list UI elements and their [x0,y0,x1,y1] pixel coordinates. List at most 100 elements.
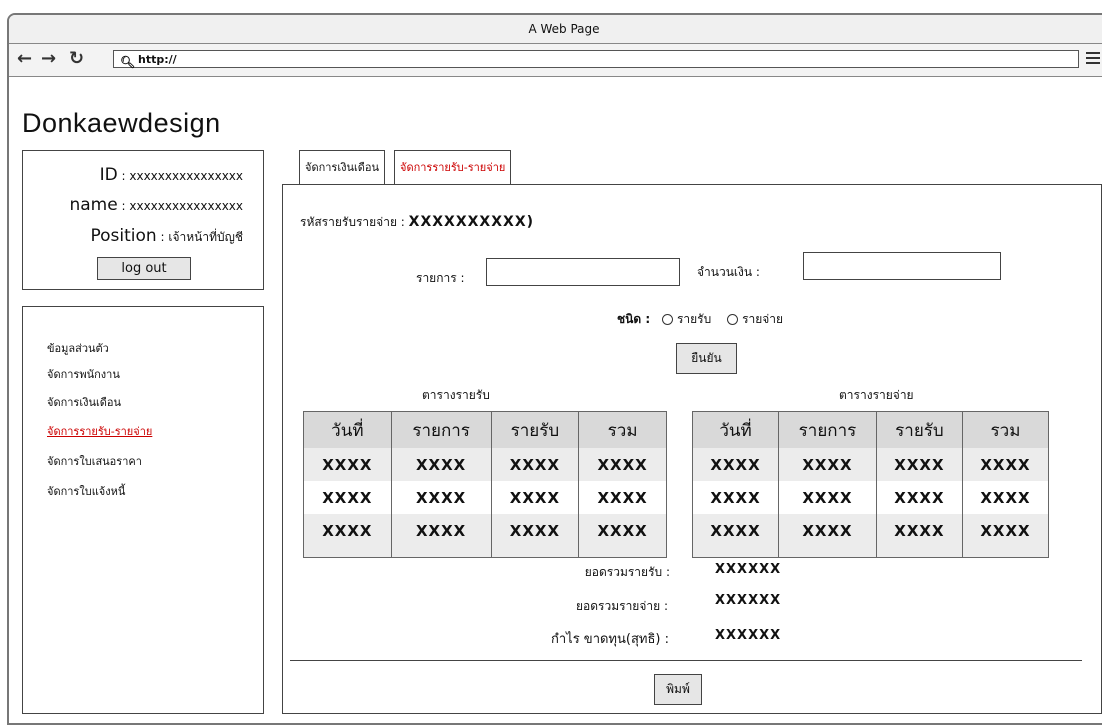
table-cell: XXXX [391,514,492,547]
table-cell: XXXX [778,448,877,481]
divider [290,660,1082,661]
position-row: Position : เจ้าหน้าที่บัญชี [90,226,243,246]
table-header-row: วันที่ รายการ รายรับ รวม [303,411,667,448]
item-input[interactable] [486,258,680,286]
back-arrow-icon[interactable]: ← [17,49,32,69]
site-logo-text: Donkaewdesign [22,108,221,138]
table-cell: XXXX [597,488,648,507]
table-cell: XXXX [692,481,780,514]
sidebar-nav: ข้อมูลส่วนตัว จัดการพนักงาน จัดการเงินเด… [22,306,264,714]
table-cell: XXXX [962,514,1049,547]
table-cell: XXXX [391,481,492,514]
id-row: ID : xxxxxxxxxxxxxxxx [99,165,243,185]
sidebar-item-employees[interactable]: จัดการพนักงาน [47,365,120,383]
column-header: รายรับ [876,411,963,448]
table-cell: XXXX [876,481,963,514]
profit-label: กำไร ขาดทุน(สุทธิ) : [550,632,669,647]
expense-table: วันที่ รายการ รายรับ รวม XXXX XXXX XXXX … [692,411,1049,558]
table-cell: XXXX [391,448,492,481]
table-cell: XXXX [876,448,963,481]
table-cell: XXXX [578,514,667,547]
logout-button[interactable]: log out [97,257,191,280]
code-row: รหัสรายรับรายจ่าย : XXXXXXXXXX) [300,213,534,232]
browser-toolbar: ← → ↻ 🔍︎ http:// [9,44,1102,77]
column-header: รายการ [391,411,492,448]
table-row: XXXX XXXX XXXX XXXX [692,448,1049,481]
reload-icon[interactable]: ↻ [69,49,84,69]
radio-income[interactable]: รายรับ [661,312,712,326]
total-expense-value: XXXXXX [715,593,782,608]
total-expense-label: ยอดรวมรายจ่าย : [576,599,668,613]
table-row: XXXX XXXX XXXX XXXX [303,481,667,514]
tab-income-expense[interactable]: จัดการรายรับ-รายจ่าย [394,150,512,185]
table-row: XXXX XXXX XXXX XXXX [303,514,667,547]
table-cell: XXXX [491,448,580,481]
table-cell: XXXX [303,514,392,547]
sidebar-item-profile[interactable]: ข้อมูลส่วนตัว [47,339,109,357]
table-cell: XXXX [778,481,877,514]
table-cell: XXXX [491,481,580,514]
radio-circle-icon [661,314,673,325]
sidebar-item-salary[interactable]: จัดการเงินเดือน [47,393,121,411]
column-header: วันที่ [692,411,780,448]
sidebar-item-quotation[interactable]: จัดการใบเสนอราคา [47,452,142,470]
name-value: xxxxxxxxxxxxxxxx [129,199,243,213]
tab-salary[interactable]: จัดการเงินเดือน [299,150,386,185]
sidebar-item-income-expense[interactable]: จัดการรายรับ-รายจ่าย [47,422,152,440]
profit-value: XXXXXX [715,628,782,643]
table-cell: XXXX [876,514,963,547]
address-bar[interactable]: 🔍︎ http:// [113,50,1079,69]
window-title: A Web Page [9,15,1102,44]
radio-expense[interactable]: รายจ่าย [727,312,783,326]
profile-panel: ID : xxxxxxxxxxxxxxxx name : xxxxxxxxxxx… [22,150,264,290]
total-income-label: ยอดรวมรายรับ : [584,565,670,579]
id-value: xxxxxxxxxxxxxxxx [129,169,243,183]
income-table: วันที่ รายการ รายรับ รวม XXXX XXXX XXXX … [303,411,667,558]
table-cell: XXXX [303,448,392,481]
code-label: รหัสรายรับรายจ่าย : [300,215,405,229]
table-cell: XXXX [980,488,1031,507]
amount-label: จำนวนเงิน : [697,265,760,279]
id-label: ID [99,165,118,185]
column-header: รวม [578,411,667,448]
column-header: รวม [962,411,1049,448]
address-text: http:// [138,53,177,66]
sidebar-item-invoice[interactable]: จัดการใบแจ้งหนี้ [47,482,125,500]
print-button[interactable]: พิมพ์ [654,674,702,705]
income-table-caption: ตารางรายรับ [422,388,490,402]
name-row: name : xxxxxxxxxxxxxxxx [69,195,243,215]
table-cell: XXXX [692,448,780,481]
amount-input[interactable] [803,252,1001,280]
confirm-button[interactable]: ยืนยัน [676,343,737,374]
radio-expense-label: รายจ่าย [742,312,784,326]
table-header-row: วันที่ รายการ รายรับ รวม [692,411,1049,448]
column-header: รายการ [778,411,877,448]
radio-income-label: รายรับ [676,312,712,326]
table-row [692,547,1049,558]
total-income-value: XXXXXX [715,562,782,577]
table-row: XXXX XXXX XXXX XXXX [692,481,1049,514]
forward-arrow-icon[interactable]: → [41,49,56,69]
table-cell: XXXX [491,514,580,547]
table-row [303,547,667,558]
table-row: XXXX XXXX XXXX XXXX [303,448,667,481]
radio-circle-icon [727,314,739,325]
column-header: รายรับ [491,411,580,448]
type-label: ชนิด : [617,312,651,326]
name-label: name [69,195,118,215]
column-header: วันที่ [303,411,392,448]
search-icon: 🔍︎ [120,55,136,69]
table-cell: XXXX [303,481,392,514]
table-cell: XXXX [962,448,1049,481]
position-value: เจ้าหน้าที่บัญชี [168,230,243,244]
item-label: รายการ : [416,271,465,285]
table-cell: XXXX [692,514,780,547]
hamburger-menu-icon[interactable] [1086,52,1100,67]
code-value: XXXXXXXXXX) [408,214,535,230]
expense-table-caption: ตารางรายจ่าย [839,388,914,402]
table-cell: XXXX [778,514,877,547]
table-cell: XXXX [578,448,667,481]
table-row: XXXX XXXX XXXX XXXX [692,514,1049,547]
position-label: Position [90,226,157,246]
type-row: ชนิด : รายรับ รายจ่าย [617,310,783,329]
